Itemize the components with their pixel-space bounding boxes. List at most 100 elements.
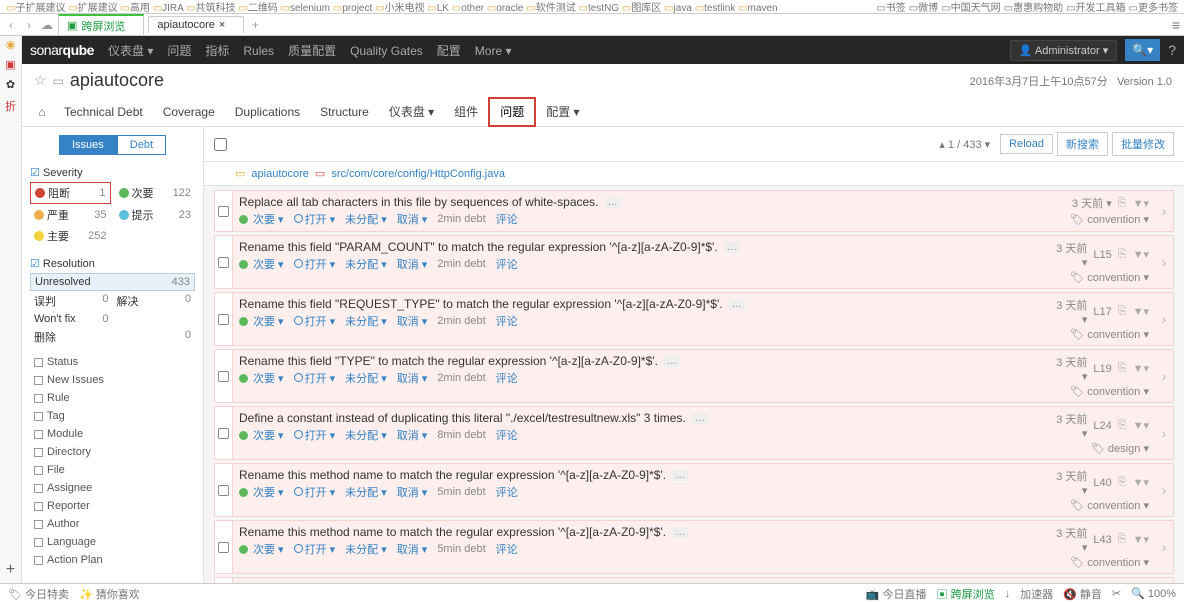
issue-assignee[interactable]: 未分配 ▾ [345, 313, 387, 329]
bookmark-item[interactable]: ▭project [333, 3, 372, 14]
select-all-checkbox[interactable] [214, 138, 227, 151]
issue-status[interactable]: 打开 ▾ [294, 370, 336, 386]
subnav-item[interactable]: 配置 ▾ [536, 99, 589, 125]
bookmark-item[interactable]: ▭testlink [695, 3, 736, 14]
cross-screen[interactable]: ▣ 跨屏浏览 [937, 586, 995, 602]
bookmark-item[interactable]: ▭子扩展建议 [6, 3, 65, 14]
subnav-item[interactable]: 组件 [444, 99, 488, 125]
download-icon[interactable]: ↓ [1005, 588, 1011, 600]
issue-comment[interactable]: 评论 [496, 427, 518, 443]
link-icon[interactable]: ⎘ [1118, 362, 1127, 375]
bookmark-item[interactable]: ▭selenium [281, 3, 330, 14]
bookmark-item[interactable]: ▭LK [427, 3, 449, 14]
filter-item[interactable]: Rule [30, 389, 195, 407]
bookmark-item[interactable]: ▭高用 [120, 3, 149, 14]
issue-tag[interactable]: 🏷 design ▾ [1091, 443, 1149, 455]
more-icon[interactable]: … [692, 413, 708, 424]
issue-title[interactable]: Replace all tab characters in this file … [239, 195, 599, 209]
menu-icon[interactable]: ≡ [1172, 17, 1180, 33]
issue-line[interactable]: L43 [1093, 534, 1111, 546]
subnav-item[interactable]: 问题 [488, 97, 536, 127]
issue-title[interactable]: Rename this method name to match the reg… [239, 468, 666, 482]
zoom-label[interactable]: 🔍 100% [1131, 587, 1176, 600]
crumb-project[interactable]: apiautocore [251, 168, 309, 180]
capture-icon[interactable]: ✂ [1112, 587, 1121, 600]
link-icon[interactable]: ⎘ [1118, 197, 1127, 210]
issue-tag[interactable]: 🏷 convention ▾ [1070, 272, 1149, 284]
issue-severity[interactable]: 次要 ▾ [239, 370, 284, 386]
link-icon[interactable]: ⎘ [1118, 476, 1127, 489]
nav-back-icon[interactable]: ‹ [4, 18, 18, 32]
issue-severity[interactable]: 次要 ▾ [239, 484, 284, 500]
bookmark-item[interactable]: ▭maven [738, 3, 777, 14]
issue-checkbox[interactable] [218, 205, 229, 216]
bookmark-item[interactable]: ▭other [452, 3, 484, 14]
issue-line[interactable]: L40 [1093, 477, 1111, 489]
issue-assignee[interactable]: 未分配 ▾ [345, 484, 387, 500]
issue-line[interactable]: L15 [1093, 249, 1111, 261]
issue-comment[interactable]: 评论 [496, 256, 518, 272]
issue-checkbox[interactable] [218, 541, 229, 552]
issue-cancel[interactable]: 取消 ▾ [397, 313, 428, 329]
severity-item[interactable]: 次要122 [115, 182, 196, 204]
bookmark-item[interactable]: ▭testNG [579, 3, 620, 14]
filter-icon[interactable]: ▼▾ [1133, 419, 1149, 432]
issue-checkbox[interactable] [218, 256, 229, 267]
subnav-item[interactable]: Structure [310, 99, 379, 125]
issue-cancel[interactable]: 取消 ▾ [397, 256, 428, 272]
bookmark-item[interactable]: ▭微博 [909, 0, 938, 14]
chevron-right-icon[interactable]: › [1155, 521, 1173, 573]
chevron-right-icon[interactable]: › [1155, 350, 1173, 402]
chevron-right-icon[interactable]: › [1155, 464, 1173, 516]
crumb-file[interactable]: src/com/core/config/HttpConfig.java [331, 168, 505, 180]
issue-checkbox[interactable] [218, 427, 229, 438]
issue-tag[interactable]: 🏷 convention ▾ [1070, 386, 1149, 398]
issue-cancel[interactable]: 取消 ▾ [397, 484, 428, 500]
issue-title[interactable]: Rename this method name to match the reg… [239, 525, 666, 539]
issue-line[interactable]: L19 [1093, 363, 1111, 375]
issue-assignee[interactable]: 未分配 ▾ [345, 211, 387, 227]
resolution-item[interactable]: Won't fix0 [30, 311, 113, 327]
chevron-right-icon[interactable]: › [1155, 191, 1173, 231]
bookmark-item[interactable]: ▭java [664, 3, 692, 14]
bookmark-item[interactable]: ▭共筑科技 [186, 3, 235, 14]
issue-title[interactable]: Rename this field "PARAM_COUNT" to match… [239, 240, 718, 254]
cloud-icon[interactable]: ☁ [40, 18, 54, 32]
issue-status[interactable]: 打开 ▾ [294, 427, 336, 443]
severity-item[interactable]: 提示23 [115, 205, 196, 225]
issue-tag[interactable]: 🏷 convention ▾ [1070, 329, 1149, 341]
filter-item[interactable]: New Issues [30, 371, 195, 389]
sq-nav-item[interactable]: 质量配置 [288, 44, 336, 58]
issue-tag[interactable]: 🏷 convention ▾ [1070, 557, 1149, 569]
issue-comment[interactable]: 评论 [496, 211, 518, 227]
issue-cancel[interactable]: 取消 ▾ [397, 211, 428, 227]
issue-severity[interactable]: 次要 ▾ [239, 211, 284, 227]
resolution-removed[interactable]: 删除0 [30, 327, 195, 347]
subnav-item[interactable]: Technical Debt [54, 99, 153, 125]
issue-status[interactable]: 打开 ▾ [294, 484, 336, 500]
bookmark-item[interactable]: ▭中国天气网 [941, 0, 1000, 14]
home-icon[interactable]: ⌂ [30, 105, 54, 119]
filter-icon[interactable]: ▼▾ [1133, 305, 1149, 318]
filter-icon[interactable]: ▼▾ [1133, 197, 1149, 210]
subnav-item[interactable]: Duplications [225, 99, 310, 125]
issue-checkbox[interactable] [218, 313, 229, 324]
bulk-change-button[interactable]: 批量修改 [1112, 132, 1174, 156]
resolution-unresolved[interactable]: Unresolved433 [30, 273, 195, 291]
sq-nav-item[interactable]: More ▾ [475, 44, 512, 58]
new-search-button[interactable]: 新搜索 [1057, 132, 1108, 156]
issue-cancel[interactable]: 取消 ▾ [397, 370, 428, 386]
filter-icon[interactable]: ▼▾ [1133, 248, 1149, 261]
accelerator[interactable]: 加速器 [1020, 586, 1053, 602]
nav-forward-icon[interactable]: › [22, 18, 36, 32]
chevron-right-icon[interactable]: › [1155, 236, 1173, 288]
shop-icon[interactable]: ▣ [3, 58, 19, 74]
pager-label[interactable]: ▴ 1 / 433 ▾ [939, 138, 990, 151]
chevron-right-icon[interactable]: › [1155, 293, 1173, 345]
filter-item[interactable]: Tag [30, 407, 195, 425]
subnav-item[interactable]: 仪表盘 ▾ [379, 99, 444, 125]
bookmark-item[interactable]: ▭小米电视 [375, 3, 424, 14]
bookmark-item[interactable]: ▭书签 [876, 0, 905, 14]
help-icon[interactable]: ? [1168, 42, 1176, 58]
filter-icon[interactable]: ▼▾ [1133, 362, 1149, 375]
